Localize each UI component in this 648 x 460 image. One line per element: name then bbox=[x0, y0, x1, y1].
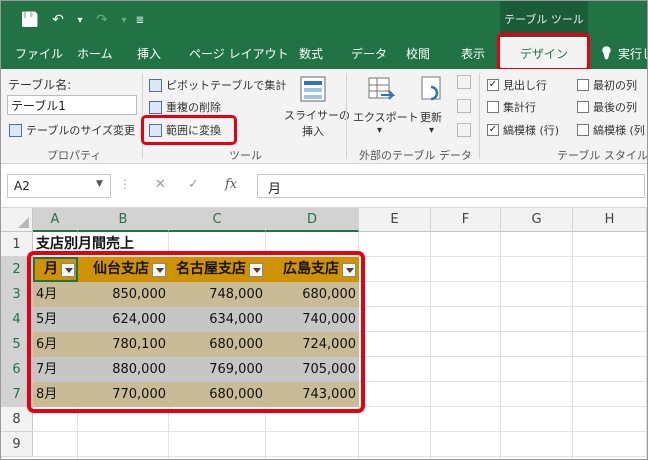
undo-icon[interactable]: ↶ bbox=[47, 10, 69, 30]
quick-access-toolbar: 💾 ↶ ▾ ↷ ▾ ≣ bbox=[19, 10, 145, 30]
table-name-label: テーブル名: bbox=[8, 78, 72, 92]
unlink-icon[interactable] bbox=[457, 123, 471, 137]
tab-1[interactable]: ホーム bbox=[77, 37, 113, 69]
resize-table-label: テーブルのサイズ変更 bbox=[26, 124, 136, 137]
dropdown-icon[interactable]: ▾ bbox=[75, 10, 85, 30]
checkbox-icon: ✓ bbox=[487, 124, 499, 136]
remove-duplicates-icon bbox=[149, 100, 162, 114]
insert-function-icon[interactable]: fx bbox=[225, 177, 237, 192]
insert-slicer-label-2: 挿入 bbox=[302, 125, 324, 138]
total-row-label: 集計行 bbox=[503, 101, 536, 114]
tab-6[interactable]: 校閲 bbox=[406, 37, 430, 69]
group-label-properties: プロパティ bbox=[47, 149, 102, 162]
worksheet-grid[interactable]: ABCDEFGH 123456789 支店別月間売上 月仙台支店 名古屋支店 広島支… bbox=[1, 208, 647, 459]
tab-0[interactable]: ファイル bbox=[15, 37, 63, 69]
tab-3[interactable]: ページ レイアウト bbox=[189, 37, 289, 69]
tab-2[interactable]: 挿入 bbox=[137, 37, 161, 69]
refresh-label: 更新 bbox=[420, 111, 442, 124]
group-divider bbox=[479, 73, 480, 159]
tab-5[interactable]: データ bbox=[351, 37, 387, 69]
gridline-vertical bbox=[572, 232, 573, 459]
banded-columns-checkbox[interactable]: 縞模様 (列 bbox=[577, 122, 645, 138]
group-label-external-data: 外部のテーブル データ bbox=[359, 149, 472, 162]
tab-4[interactable]: 数式 bbox=[299, 37, 323, 69]
redo-icon[interactable]: ↷ bbox=[91, 10, 113, 30]
column-header-a[interactable]: A bbox=[33, 208, 78, 232]
chevron-down-icon[interactable]: ▼ bbox=[96, 179, 103, 189]
formula-input[interactable]: 月 bbox=[257, 174, 645, 198]
table-highlight bbox=[27, 251, 365, 413]
pivot-summary-button[interactable]: ピボットテーブルで集計 bbox=[149, 77, 286, 93]
last-column-checkbox[interactable]: 最後の列 bbox=[577, 99, 637, 115]
last-column-label: 最後の列 bbox=[593, 101, 637, 114]
design-tab-highlight bbox=[497, 33, 590, 71]
gridline-vertical bbox=[430, 232, 431, 459]
grip-icon: ⋮ bbox=[119, 177, 131, 191]
pivot-table-icon bbox=[149, 78, 162, 92]
formula-bar: A2 ▼ ⋮ ✕ ✓ fx 月 bbox=[1, 164, 647, 208]
gridline-horizontal bbox=[33, 456, 647, 457]
select-all-button[interactable] bbox=[1, 208, 33, 232]
column-header-b[interactable]: B bbox=[78, 208, 169, 232]
column-header-e[interactable]: E bbox=[359, 208, 431, 232]
convert-to-range-highlight bbox=[141, 115, 237, 145]
tell-me-box[interactable]: 💡 実行し bbox=[599, 37, 647, 69]
row-header-9[interactable]: 9 bbox=[1, 432, 33, 457]
table-name-input[interactable] bbox=[7, 95, 137, 115]
customize-qat-icon[interactable]: ≣ bbox=[135, 10, 145, 30]
banded-columns-label: 縞模様 (列 bbox=[593, 124, 645, 137]
pivot-summary-label: ピボットテーブルで集計 bbox=[166, 79, 287, 92]
gridline-horizontal bbox=[33, 431, 647, 432]
excel-window: 💾 ↶ ▾ ↷ ▾ ≣ テーブル ツール ファイル ホーム 挿入 ページ レイアウト 数式 データ校… bbox=[0, 0, 648, 460]
remove-duplicates-button[interactable]: 重複の削除 bbox=[149, 99, 221, 115]
properties-icon[interactable] bbox=[457, 75, 471, 89]
total-row-checkbox[interactable]: 集計行 bbox=[487, 99, 536, 115]
checkbox-icon bbox=[487, 101, 499, 113]
chevron-down-icon: ▾ bbox=[377, 125, 383, 136]
title-bar: 💾 ↶ ▾ ↷ ▾ ≣ テーブル ツール bbox=[1, 1, 647, 37]
header-row-label: 見出し行 bbox=[503, 79, 547, 92]
header-row-checkbox[interactable]: ✓ 見出し行 bbox=[487, 77, 547, 93]
table-tools-context-label: テーブル ツール bbox=[500, 1, 588, 37]
dropdown-icon[interactable]: ▾ bbox=[119, 10, 129, 30]
banded-rows-checkbox[interactable]: ✓ 縞模様 (行) bbox=[487, 122, 559, 138]
column-header-g[interactable]: G bbox=[501, 208, 573, 232]
group-label-tools: ツール bbox=[229, 149, 262, 162]
remove-duplicates-label: 重複の削除 bbox=[166, 101, 221, 114]
banded-rows-label: 縞模様 (行) bbox=[503, 124, 560, 137]
column-header-f[interactable]: F bbox=[431, 208, 501, 232]
slicer-icon bbox=[300, 76, 326, 102]
first-column-label: 最初の列 bbox=[593, 79, 637, 92]
checkbox-icon bbox=[577, 79, 589, 91]
lightbulb-icon: 💡 bbox=[599, 46, 614, 60]
gridline-vertical bbox=[500, 232, 501, 459]
column-header-c[interactable]: C bbox=[169, 208, 266, 232]
export-icon bbox=[368, 77, 395, 100]
save-icon[interactable]: 💾 bbox=[19, 10, 41, 30]
checkbox-icon bbox=[577, 101, 589, 113]
checkbox-icon bbox=[577, 124, 589, 136]
cancel-icon[interactable]: ✕ bbox=[155, 177, 166, 192]
first-column-checkbox[interactable]: 最初の列 bbox=[577, 77, 637, 93]
resize-table-button[interactable]: テーブルのサイズ変更 bbox=[9, 122, 135, 138]
refresh-icon bbox=[421, 76, 441, 101]
tab-7[interactable]: 表示 bbox=[461, 37, 485, 69]
enter-icon[interactable]: ✓ bbox=[188, 177, 199, 192]
chevron-down-icon: ▾ bbox=[429, 125, 435, 136]
column-header-d[interactable]: D bbox=[266, 208, 359, 232]
group-label-style-options: テーブル スタイルのオ bbox=[557, 149, 648, 162]
ribbon: テーブル名: テーブルのサイズ変更 プロパティ ピボットテーブルで集計 重複の削… bbox=[1, 69, 647, 164]
export-label: エクスポート bbox=[353, 111, 419, 124]
group-divider bbox=[346, 73, 347, 159]
checkbox-icon: ✓ bbox=[487, 79, 499, 91]
column-header-h[interactable]: H bbox=[573, 208, 647, 232]
gridline-vertical bbox=[646, 232, 647, 459]
open-in-browser-icon[interactable] bbox=[457, 99, 471, 113]
resize-table-icon bbox=[9, 123, 22, 137]
insert-slicer-label-1: スライサーの bbox=[284, 109, 350, 122]
tell-me-label: 実行し bbox=[617, 46, 647, 61]
